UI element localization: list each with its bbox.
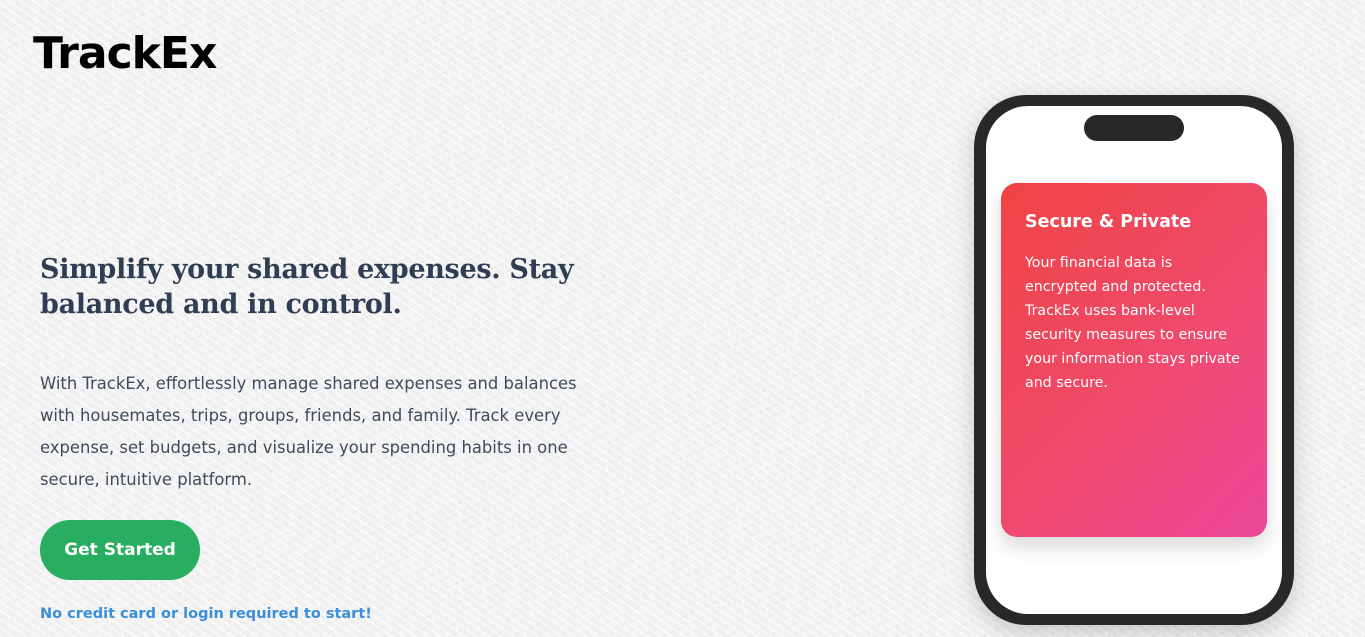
phone-notch — [1084, 115, 1184, 141]
phone-mockup: Secure & Private Your financial data is … — [974, 95, 1294, 625]
no-credit-card-note: No credit card or login required to star… — [40, 606, 372, 622]
hero-headline: Simplify your shared expenses. Stay bala… — [40, 254, 574, 320]
feature-card-security: Secure & Private Your financial data is … — [1001, 183, 1267, 537]
phone-screen: Secure & Private Your financial data is … — [986, 106, 1282, 614]
get-started-button[interactable]: Get Started — [40, 520, 200, 580]
feature-card-title: Secure & Private — [1025, 212, 1192, 232]
hero-section: Simplify your shared expenses. Stay bala… — [40, 252, 620, 622]
feature-card-text: Your financial data is encrypted and pro… — [1025, 255, 1240, 391]
hero-description: With TrackEx, effortlessly manage shared… — [40, 374, 577, 489]
logo: TrackEx — [33, 28, 217, 79]
